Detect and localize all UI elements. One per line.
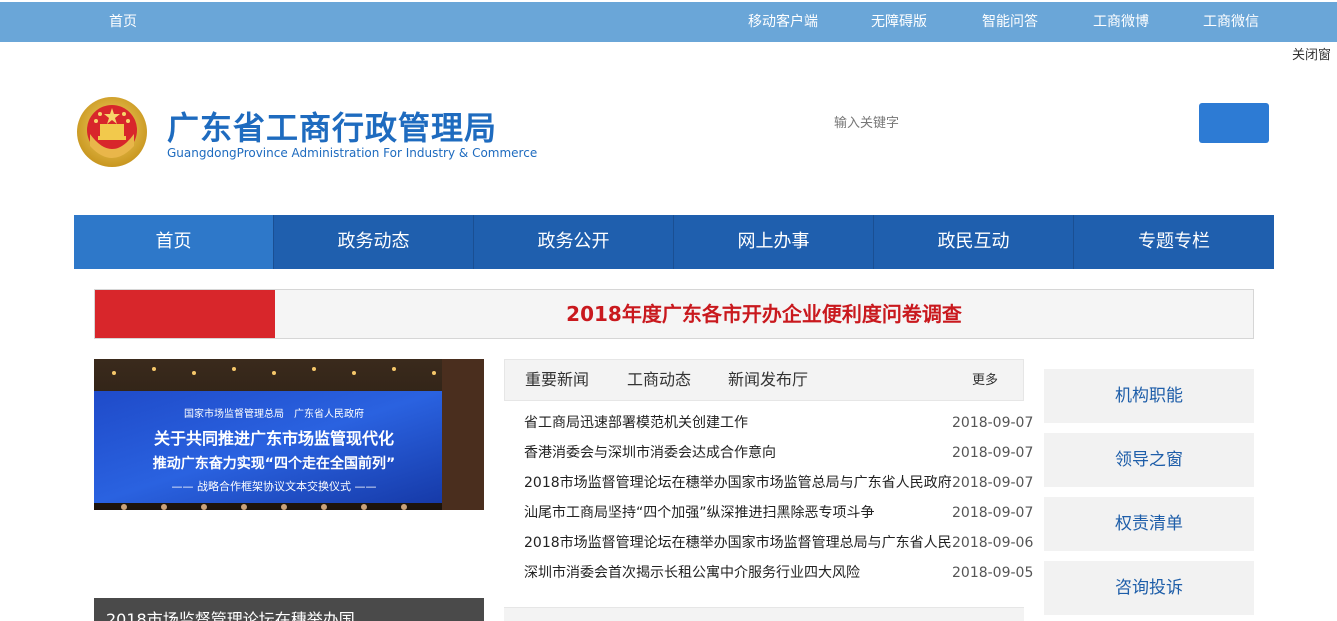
tab-important-news[interactable]: 重要新闻 bbox=[525, 360, 589, 400]
photo-line-4: —— 战略合作框架协议文本交换仪式 —— bbox=[172, 479, 377, 493]
news-more-link[interactable]: 更多 bbox=[972, 360, 998, 402]
main-navigation: 首页 政务动态 政务公开 网上办事 政民互动 专题专栏 bbox=[74, 215, 1274, 269]
search-button[interactable] bbox=[1199, 103, 1269, 143]
survey-banner[interactable]: 2018年度广东各市开办企业便利度问卷调查 bbox=[94, 289, 1254, 339]
nav-item-home[interactable]: 首页 bbox=[74, 215, 274, 269]
news-title[interactable]: 2018市场监督管理论坛在穗举办国家市场监管总局与广东省人民政府... bbox=[524, 468, 952, 498]
news-photo[interactable]: 国家市场监督管理总局 广东省人民政府 关于共同推进广东市场监管现代化 推动广东奋… bbox=[94, 359, 484, 510]
news-title[interactable]: 汕尾市工商局坚持“四个加强”纵深推进扫黑除恶专项斗争 bbox=[524, 498, 952, 528]
close-window-link[interactable]: 关闭窗 bbox=[1292, 44, 1331, 63]
news-tabs: 重要新闻 工商动态 新闻发布厅 更多 bbox=[504, 359, 1024, 401]
news-list: 省工商局迅速部署模范机关创建工作 2018-09-07 香港消委会与深圳市消委会… bbox=[524, 408, 1033, 588]
photo-line-1: 国家市场监督管理总局 广东省人民政府 bbox=[184, 407, 364, 420]
photo-caption: 2018市场监督管理论坛在穗举办国 bbox=[106, 610, 355, 621]
topbar-home-link[interactable]: 首页 bbox=[109, 2, 137, 42]
nav-item-government-news[interactable]: 政务动态 bbox=[274, 215, 474, 269]
nav-item-public-interaction[interactable]: 政民互动 bbox=[874, 215, 1074, 269]
topbar-link-accessible[interactable]: 无障碍版 bbox=[871, 2, 927, 42]
news-date: 2018-09-07 bbox=[952, 445, 1034, 461]
national-emblem-icon bbox=[77, 97, 147, 167]
nav-item-online-services[interactable]: 网上办事 bbox=[674, 215, 874, 269]
nav-item-special-topics[interactable]: 专题专栏 bbox=[1074, 215, 1274, 269]
nav-item-government-disclosure[interactable]: 政务公开 bbox=[474, 215, 674, 269]
news-row: 深圳市消委会首次揭示长租公寓中介服务行业四大风险 2018-09-05 bbox=[524, 558, 1033, 588]
news-title[interactable]: 深圳市消委会首次揭示长租公寓中介服务行业四大风险 bbox=[524, 558, 952, 588]
news-date: 2018-09-07 bbox=[952, 505, 1034, 521]
photo-line-3: 推动广东奋力实现“四个走在全国前列” bbox=[153, 455, 395, 472]
quick-link-institution-functions[interactable]: 机构职能 bbox=[1044, 369, 1254, 423]
news-date: 2018-09-07 bbox=[952, 475, 1034, 491]
news-row: 2018市场监督管理论坛在穗举办国家市场监督管理总局与广东省人民... 2018… bbox=[524, 528, 1033, 558]
topbar-link-smart-qa[interactable]: 智能问答 bbox=[982, 2, 1038, 42]
quick-link-consultation-complaint[interactable]: 咨询投诉 bbox=[1044, 561, 1254, 615]
tab-press-release[interactable]: 新闻发布厅 bbox=[728, 360, 808, 400]
site-subtitle: GuangdongProvince Administration For Ind… bbox=[167, 146, 538, 160]
topbar-link-mobile[interactable]: 移动客户端 bbox=[748, 2, 818, 42]
news-title[interactable]: 2018市场监督管理论坛在穗举办国家市场监督管理总局与广东省人民... bbox=[524, 528, 952, 558]
news-row: 省工商局迅速部署模范机关创建工作 2018-09-07 bbox=[524, 408, 1033, 438]
news-title[interactable]: 省工商局迅速部署模范机关创建工作 bbox=[524, 408, 952, 438]
search-input[interactable] bbox=[826, 104, 1186, 142]
news-date: 2018-09-06 bbox=[952, 535, 1034, 551]
banner-text[interactable]: 2018年度广东各市开办企业便利度问卷调查 bbox=[275, 290, 1253, 338]
banner-red-block bbox=[95, 290, 275, 338]
news-date: 2018-09-07 bbox=[952, 415, 1034, 431]
news-row: 汕尾市工商局坚持“四个加强”纵深推进扫黑除恶专项斗争 2018-09-07 bbox=[524, 498, 1033, 528]
topbar-link-weibo[interactable]: 工商微博 bbox=[1093, 2, 1149, 42]
tab-industry-news[interactable]: 工商动态 bbox=[627, 360, 691, 400]
topbar-link-wechat[interactable]: 工商微信 bbox=[1203, 2, 1259, 42]
top-utility-bar: 首页 移动客户端 无障碍版 智能问答 工商微博 工商微信 bbox=[0, 2, 1337, 42]
quick-link-leadership[interactable]: 领导之窗 bbox=[1044, 433, 1254, 487]
photo-line-2: 关于共同推进广东市场监管现代化 bbox=[154, 429, 394, 448]
quick-link-responsibility-list[interactable]: 权责清单 bbox=[1044, 497, 1254, 551]
news-date: 2018-09-05 bbox=[952, 565, 1034, 581]
news-row: 香港消委会与深圳市消委会达成合作意向 2018-09-07 bbox=[524, 438, 1033, 468]
news-title[interactable]: 香港消委会与深圳市消委会达成合作意向 bbox=[524, 438, 952, 468]
site-title: 广东省工商行政管理局 bbox=[167, 109, 498, 147]
photo-caption-bar[interactable]: 2018市场监督管理论坛在穗举办国 bbox=[94, 598, 484, 621]
news-row: 2018市场监督管理论坛在穗举办国家市场监管总局与广东省人民政府... 2018… bbox=[524, 468, 1033, 498]
second-news-panel-header bbox=[504, 607, 1024, 621]
